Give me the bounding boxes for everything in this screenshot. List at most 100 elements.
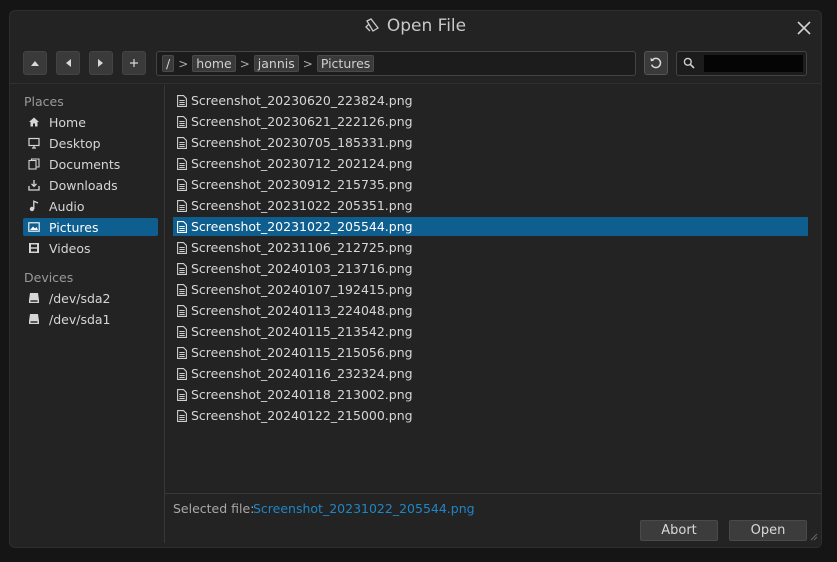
file-row[interactable]: Screenshot_20231022_205544.png: [173, 217, 808, 236]
image-icon: [28, 221, 40, 233]
search-icon: [683, 57, 695, 72]
triangle-right-icon: [98, 59, 103, 67]
sidebar-item-videos[interactable]: Videos: [23, 239, 158, 257]
file-row[interactable]: Screenshot_20240103_213716.png: [173, 259, 808, 278]
documents-icon: [28, 158, 40, 170]
abort-button[interactable]: Abort: [640, 520, 718, 541]
refresh-button[interactable]: [644, 51, 668, 75]
sidebar-item-documents[interactable]: Documents: [23, 155, 158, 173]
file-row[interactable]: Screenshot_20240113_224048.png: [173, 301, 808, 320]
file-row[interactable]: Screenshot_20240122_215000.png: [173, 406, 808, 425]
file-row[interactable]: Screenshot_20240118_213002.png: [173, 385, 808, 404]
file-name: Screenshot_20240103_213716.png: [191, 261, 413, 276]
file-row[interactable]: Screenshot_20230712_202124.png: [173, 154, 808, 173]
file-row[interactable]: Screenshot_20240116_232324.png: [173, 364, 808, 383]
back-button[interactable]: [56, 51, 80, 75]
breadcrumb-separator: >: [239, 56, 250, 71]
file-icon: [177, 115, 187, 128]
sidebar-item-sda1[interactable]: /dev/sda1: [23, 310, 158, 328]
selected-file-label: Selected file:: [173, 501, 255, 516]
file-row[interactable]: Screenshot_20230621_222126.png: [173, 112, 808, 131]
breadcrumb: / > home > jannis > Pictures: [156, 51, 636, 76]
sidebar-divider: [164, 85, 165, 543]
breadcrumb-separator: >: [302, 56, 313, 71]
folder-open-icon: [364, 18, 381, 38]
file-row[interactable]: Screenshot_20230705_185331.png: [173, 133, 808, 152]
file-icon: [177, 136, 187, 149]
search-input[interactable]: [704, 55, 803, 72]
sidebar-item-label: /dev/sda2: [49, 290, 111, 306]
sidebar-item-label: Videos: [49, 240, 91, 256]
sidebar-item-audio[interactable]: Audio: [23, 197, 158, 215]
plus-icon: [130, 59, 138, 67]
title-bar[interactable]: Open File: [10, 11, 821, 45]
file-icon: [177, 346, 187, 359]
home-icon: [28, 116, 40, 128]
resize-grip[interactable]: [809, 529, 818, 544]
file-icon: [177, 94, 187, 107]
sidebar: Places Home Desktop Documents Downloads …: [10, 85, 164, 545]
file-name: Screenshot_20240118_213002.png: [191, 387, 413, 402]
file-name: Screenshot_20230620_223824.png: [191, 93, 413, 108]
file-name: Screenshot_20240115_213542.png: [191, 324, 413, 339]
sidebar-item-downloads[interactable]: Downloads: [23, 176, 158, 194]
file-name: Screenshot_20230912_215735.png: [191, 177, 413, 192]
file-icon: [177, 157, 187, 170]
file-icon: [177, 325, 187, 338]
file-icon: [177, 367, 187, 380]
film-icon: [28, 242, 40, 254]
up-button[interactable]: [23, 51, 47, 75]
file-name: Screenshot_20231022_205544.png: [191, 219, 413, 234]
file-icon: [177, 241, 187, 254]
file-name: Screenshot_20230705_185331.png: [191, 135, 413, 150]
file-name: Screenshot_20240107_192415.png: [191, 282, 413, 297]
file-name: Screenshot_20231106_212725.png: [191, 240, 413, 255]
music-note-icon: [28, 200, 40, 212]
file-name: Screenshot_20240122_215000.png: [191, 408, 413, 423]
file-name: Screenshot_20240113_224048.png: [191, 303, 413, 318]
file-icon: [177, 304, 187, 317]
sidebar-item-label: Downloads: [49, 177, 118, 193]
sidebar-item-desktop[interactable]: Desktop: [23, 134, 158, 152]
breadcrumb-home[interactable]: home: [192, 55, 236, 72]
places-heading: Places: [24, 94, 64, 109]
breadcrumb-pictures[interactable]: Pictures: [316, 55, 375, 72]
open-file-dialog: Open File / > home > jannis > Pictures P…: [9, 10, 822, 548]
dialog-title: Open File: [10, 16, 821, 38]
sidebar-item-label: /dev/sda1: [49, 311, 111, 327]
file-row[interactable]: Screenshot_20230912_215735.png: [173, 175, 808, 194]
file-icon: [177, 178, 187, 191]
drive-icon: [28, 313, 40, 325]
search-box: [676, 51, 807, 76]
file-name: Screenshot_20230712_202124.png: [191, 156, 413, 171]
sidebar-item-label: Home: [49, 114, 86, 130]
forward-button[interactable]: [89, 51, 113, 75]
divider: [10, 83, 821, 84]
file-row[interactable]: Screenshot_20231106_212725.png: [173, 238, 808, 257]
file-row[interactable]: Screenshot_20240107_192415.png: [173, 280, 808, 299]
file-row[interactable]: Screenshot_20231022_205351.png: [173, 196, 808, 215]
file-row[interactable]: Screenshot_20240115_213542.png: [173, 322, 808, 341]
sidebar-item-sda2[interactable]: /dev/sda2: [23, 289, 158, 307]
file-icon: [177, 220, 187, 233]
sidebar-item-label: Pictures: [49, 219, 99, 235]
file-icon: [177, 409, 187, 422]
file-name: Screenshot_20240116_232324.png: [191, 366, 413, 381]
open-button[interactable]: Open: [729, 520, 807, 541]
sidebar-item-pictures[interactable]: Pictures: [23, 218, 158, 236]
breadcrumb-root[interactable]: /: [162, 55, 175, 72]
file-row[interactable]: Screenshot_20230620_223824.png: [173, 91, 808, 110]
breadcrumb-jannis[interactable]: jannis: [253, 55, 299, 72]
selected-file-value: Screenshot_20231022_205544.png: [253, 501, 475, 516]
new-folder-button[interactable]: [122, 51, 146, 75]
close-button[interactable]: [795, 19, 813, 37]
triangle-up-icon: [31, 61, 39, 66]
triangle-left-icon: [66, 59, 71, 67]
resize-grip-icon: [810, 533, 818, 541]
sidebar-item-label: Documents: [49, 156, 121, 172]
sidebar-item-home[interactable]: Home: [23, 113, 158, 131]
file-icon: [177, 199, 187, 212]
file-name: Screenshot_20230621_222126.png: [191, 114, 413, 129]
file-row[interactable]: Screenshot_20240115_215056.png: [173, 343, 808, 362]
close-icon: [797, 21, 811, 35]
